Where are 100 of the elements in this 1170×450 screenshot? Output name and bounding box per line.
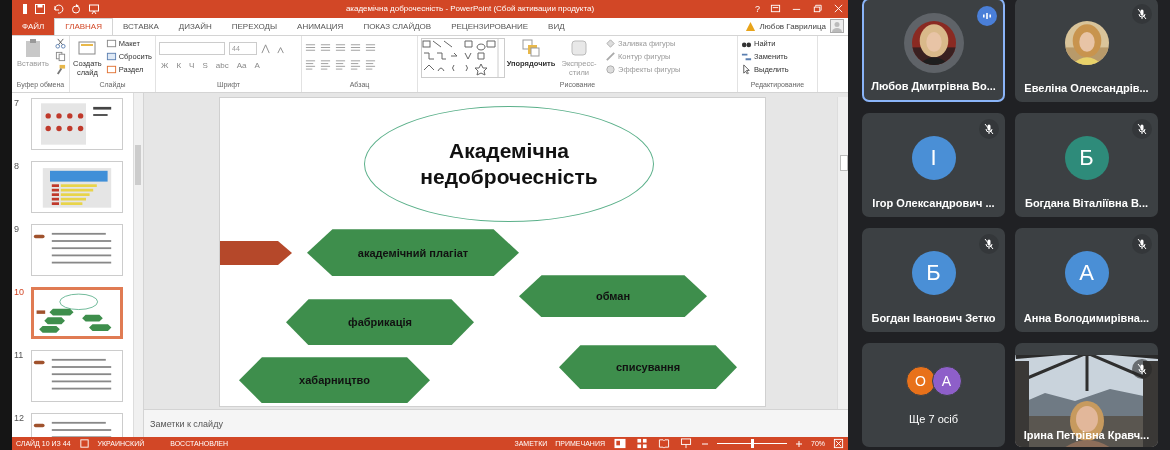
grow-font-icon[interactable] [261, 43, 272, 55]
slide-number: 9 [14, 224, 20, 235]
align-icon[interactable] [335, 59, 346, 71]
restore-icon[interactable] [812, 3, 823, 15]
participant-tile[interactable]: Б Богдан Іванович Зетко [862, 228, 1005, 332]
notes-field[interactable]: Заметки к слайду [144, 409, 848, 438]
paint-bucket-icon [605, 38, 616, 50]
warning-icon [744, 21, 756, 32]
participant-tile[interactable]: Б Богдана Віталіївна В... [1015, 113, 1158, 217]
replace-icon [741, 51, 752, 63]
ribbon-tab[interactable]: ВСТАВКА [112, 17, 169, 36]
participant-name: Анна Володимирівна... [1023, 312, 1150, 326]
participant-tile[interactable]: І Ігор Олександрович ... [862, 113, 1005, 217]
reset-icon [105, 51, 117, 63]
participant-tile[interactable]: А Анна Володимирівна... [1015, 228, 1158, 332]
participant-tile[interactable]: Евеліна Олександрів... [1015, 0, 1158, 102]
ribbon-tab[interactable]: ВИД [538, 17, 575, 36]
avatar: Б [1064, 136, 1109, 180]
font-name-field[interactable] [159, 42, 225, 56]
align-icon[interactable] [365, 59, 376, 71]
redo-icon[interactable] [70, 2, 82, 15]
format-button[interactable]: Ж [159, 61, 171, 71]
participant-name: Ще 7 осіб [909, 413, 958, 427]
list-icon[interactable] [365, 42, 376, 54]
slide-number: 8 [14, 161, 20, 172]
avatar: І [911, 136, 956, 180]
participant-name: Богдан Іванович Зетко [871, 312, 996, 326]
reading-view-icon[interactable] [657, 438, 671, 450]
zoom-in-icon[interactable] [795, 439, 803, 448]
scrollbar[interactable] [133, 93, 143, 438]
ribbon-tab[interactable]: ДИЗАЙН [168, 17, 222, 36]
undo-icon[interactable] [52, 2, 64, 15]
window-title: академічна доброчесність - PowerPoint (Сбой активации продукта) [344, 4, 596, 14]
zoom-slider-thumb[interactable] [751, 439, 754, 449]
scrollbar[interactable] [837, 97, 848, 410]
participant-name: Богдана Віталіївна В... [1024, 197, 1148, 211]
participant-name: Евеліна Олександрів... [1024, 82, 1149, 96]
format-button[interactable]: abc [213, 61, 231, 71]
user-name[interactable]: Любов Гаврилица [759, 22, 826, 31]
slide-number: 11 [14, 350, 25, 361]
format-button[interactable]: Ч [187, 61, 197, 71]
font-color-button[interactable]: A [252, 61, 262, 71]
section-icon [105, 64, 117, 76]
participant-tile[interactable]: Любов Дмитрівна Во... [862, 0, 1005, 102]
slide-thumbnail[interactable] [31, 98, 123, 151]
list-icon[interactable] [335, 42, 346, 54]
effects-icon [605, 64, 616, 76]
fit-to-window-icon[interactable] [833, 438, 844, 450]
spellcheck-icon[interactable] [78, 438, 90, 450]
format-painter-icon[interactable] [55, 64, 66, 76]
participant-name: Ігор Олександрович ... [872, 197, 995, 211]
avatar: Б [911, 251, 956, 295]
slide-number: 7 [14, 98, 20, 109]
align-icon[interactable] [320, 59, 331, 71]
copy-icon[interactable] [55, 51, 66, 63]
cut-icon[interactable] [55, 38, 66, 50]
list-icon[interactable] [320, 42, 331, 54]
format-button[interactable]: К [174, 61, 184, 71]
scrollbar-thumb[interactable] [840, 155, 848, 172]
slide-thumbnail[interactable] [31, 224, 123, 277]
participant-name: Ірина Петрівна Кравч... [1023, 429, 1150, 443]
slideshow-icon[interactable] [88, 2, 100, 15]
pentagon-arrow [220, 241, 292, 266]
align-icon[interactable] [350, 59, 361, 71]
slide-thumbnail[interactable] [31, 161, 123, 214]
save-icon[interactable] [34, 2, 46, 15]
user-avatar-icon[interactable] [830, 19, 844, 34]
slide-number: 10 [14, 287, 25, 298]
clipboard-icon [23, 38, 43, 59]
avatar: А [931, 366, 962, 396]
cursor-icon [741, 64, 752, 76]
layout-icon [105, 38, 117, 50]
ribbon-display-icon[interactable] [770, 3, 781, 15]
ribbon-tab[interactable]: ПОКАЗ СЛАЙДОВ [353, 17, 442, 36]
slide-number: 12 [14, 413, 25, 424]
participant-tile[interactable]: Ірина Петрівна Кравч... [1015, 343, 1158, 447]
slide-sorter-icon[interactable] [635, 438, 649, 450]
slide-thumbnail[interactable] [31, 350, 123, 403]
ribbon-tab[interactable]: АНИМАЦИЯ [287, 17, 354, 36]
participant-tile[interactable]: О А Ще 7 осіб [862, 343, 1005, 447]
scrollbar-thumb[interactable] [135, 145, 141, 186]
help-button[interactable]: ? [755, 3, 760, 14]
avatar: А [1064, 251, 1109, 295]
shape-gallery[interactable] [421, 38, 505, 79]
avatar: О [905, 366, 936, 396]
align-icon[interactable] [305, 59, 316, 71]
slideshow-view-icon[interactable] [679, 438, 693, 450]
format-button[interactable]: Aa [234, 61, 249, 71]
ribbon-tab[interactable]: ПЕРЕХОДЫ [221, 17, 288, 36]
quick-styles-icon [569, 38, 589, 59]
list-icon[interactable] [305, 42, 316, 54]
format-button[interactable]: S [200, 61, 210, 71]
pen-icon [605, 51, 616, 63]
close-icon[interactable] [833, 3, 844, 15]
ribbon-tab[interactable]: РЕЦЕНЗИРОВАНИЕ [441, 17, 539, 36]
list-icon[interactable] [350, 42, 361, 54]
participant-name: Любов Дмитрівна Во... [871, 80, 996, 94]
arrange-icon [521, 38, 541, 59]
normal-view-icon[interactable] [613, 438, 627, 450]
slide-thumbnail[interactable] [31, 287, 123, 340]
